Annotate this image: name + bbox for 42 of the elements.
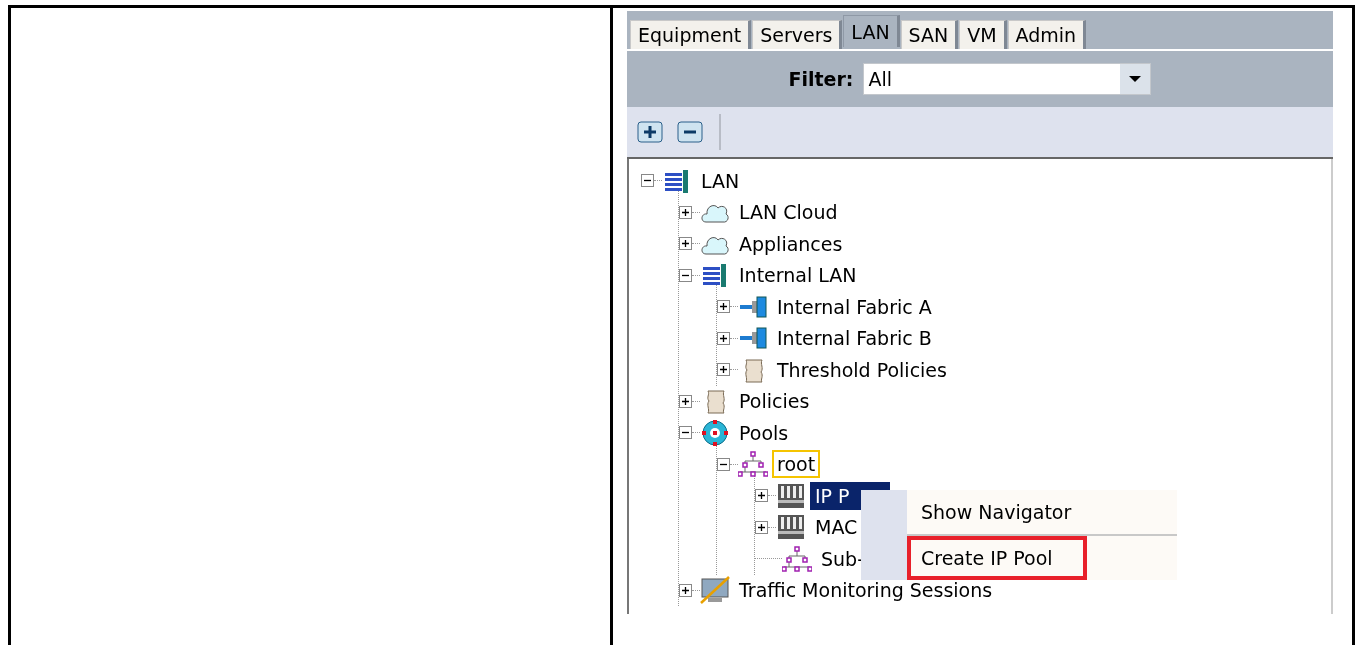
tree-item[interactable]: Pools	[734, 418, 794, 447]
collapse-icon[interactable]	[679, 426, 692, 440]
expand-all-icon[interactable]	[637, 121, 663, 143]
expand-icon[interactable]	[717, 363, 730, 377]
expand-icon[interactable]	[755, 489, 768, 503]
collapse-all-icon[interactable]	[677, 121, 703, 143]
tab[interactable]: Servers	[752, 20, 843, 49]
tab[interactable]: VM	[959, 20, 1007, 49]
expand-icon[interactable]	[679, 237, 692, 251]
tab[interactable]: Equipment	[630, 20, 752, 49]
tree-item[interactable]: Threshold Policies	[772, 355, 952, 384]
rack-icon	[776, 513, 806, 542]
tree-item[interactable]: MAC	[810, 513, 863, 542]
tree-item[interactable]: Policies	[734, 387, 815, 416]
collapse-icon[interactable]	[641, 174, 654, 188]
hierarchy-icon	[738, 450, 768, 479]
menu-item[interactable]: Show Navigator	[907, 490, 1177, 534]
tree-item[interactable]: Internal Fabric A	[772, 292, 937, 321]
filter-label: Filter:	[788, 68, 854, 90]
rack-icon	[776, 481, 806, 510]
expand-icon[interactable]	[717, 300, 730, 314]
expand-icon[interactable]	[679, 583, 692, 597]
collapse-icon[interactable]	[679, 268, 692, 282]
tree-item[interactable]: root	[772, 450, 821, 479]
collapse-icon[interactable]	[717, 457, 730, 471]
tab[interactable]: LAN	[843, 15, 900, 47]
expand-icon[interactable]	[679, 205, 692, 219]
menu-item[interactable]: Create IP Pool	[907, 536, 1087, 580]
tree-item[interactable]: Internal Fabric B	[772, 324, 937, 353]
tree-item[interactable]: LAN	[696, 166, 745, 195]
tree-item[interactable]: Appliances	[734, 229, 848, 258]
filter-dropdown[interactable]: All	[863, 63, 1152, 95]
expand-icon[interactable]	[679, 394, 692, 408]
expand-icon[interactable]	[755, 520, 768, 534]
lifebuoy-icon	[700, 418, 730, 447]
tree-item[interactable]: LAN Cloud	[734, 198, 843, 227]
tab[interactable]: SAN	[900, 20, 959, 49]
tree-item[interactable]: Internal LAN	[734, 261, 862, 290]
expand-icon[interactable]	[717, 331, 730, 345]
hierarchy-icon	[782, 544, 812, 573]
tab[interactable]: Admin	[1007, 20, 1087, 49]
caret-icon	[1120, 64, 1151, 94]
